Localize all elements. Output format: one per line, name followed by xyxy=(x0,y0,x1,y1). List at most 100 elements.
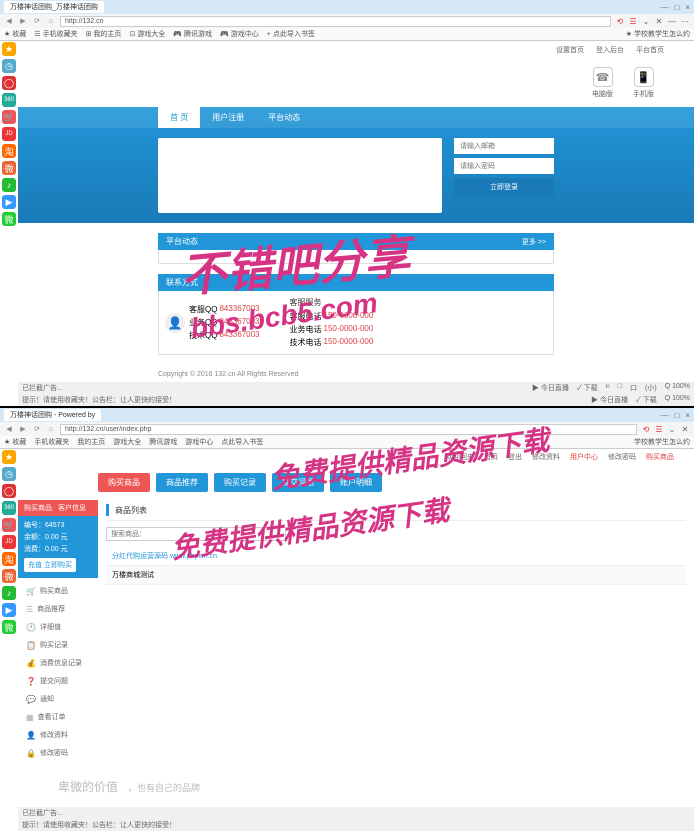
login-button[interactable]: 立即登录 xyxy=(454,178,554,196)
news-more-link[interactable]: 更多 >> xyxy=(522,237,546,247)
close-icon[interactable]: × xyxy=(685,411,690,420)
sidebar-item-notify[interactable]: 💬通知 xyxy=(18,690,98,708)
status-item[interactable]: ▶ 今日直播 xyxy=(532,383,569,393)
nav-home[interactable]: 首 页 xyxy=(158,107,200,128)
topbar-link[interactable]: 用户中心 xyxy=(570,452,598,462)
status-item[interactable]: (小) xyxy=(645,383,657,393)
bookmark-item[interactable]: ★收藏 xyxy=(4,29,26,39)
status-zoom[interactable]: Q 100% xyxy=(665,383,690,393)
close-icon[interactable]: × xyxy=(685,3,690,12)
tab-history[interactable]: 购买记录 xyxy=(214,473,266,492)
status-item[interactable]: ▶ 今日直播 xyxy=(591,395,628,405)
topbar-link[interactable]: 首页 xyxy=(484,452,498,462)
mobile-version[interactable]: 📱 手机版 xyxy=(633,67,654,99)
side-jd-icon[interactable]: JD xyxy=(2,535,16,549)
side-360-icon[interactable]: 360 xyxy=(2,93,16,107)
toolbar-icon[interactable]: ✕ xyxy=(680,424,690,434)
refresh-icon[interactable]: ⟳ xyxy=(32,424,42,434)
desktop-version[interactable]: ☎ 电脑版 xyxy=(592,67,613,99)
status-zoom[interactable]: Q 100% xyxy=(665,395,690,405)
browser-tab[interactable]: 万楼神话团购 - Powered by xyxy=(4,409,101,421)
sidebar-item-spend[interactable]: 💰消费信息记录 xyxy=(18,654,98,672)
bookmark-item[interactable]: ⊞我的主页 xyxy=(86,29,122,39)
toolbar-icon[interactable]: ⋯ xyxy=(680,16,690,26)
toolbar-icon[interactable]: ⌄ xyxy=(667,424,677,434)
side-jd-icon[interactable]: JD xyxy=(2,127,16,141)
top-nav-link[interactable]: 登入后台 xyxy=(596,45,624,55)
bookmark-item[interactable]: 🎮游戏中心 xyxy=(220,29,259,39)
tab-recommend[interactable]: 商品推荐 xyxy=(156,473,208,492)
sidebar-item-password[interactable]: 🔒修改密码 xyxy=(18,744,98,762)
back-icon[interactable]: ◀ xyxy=(4,424,14,434)
password-input[interactable] xyxy=(454,158,554,174)
email-input[interactable] xyxy=(454,138,554,154)
back-icon[interactable]: ◀ xyxy=(4,16,14,26)
side-opera-icon[interactable]: ◯ xyxy=(2,484,16,498)
minimize-icon[interactable]: — xyxy=(660,3,668,12)
nav-news[interactable]: 平台动态 xyxy=(256,107,312,128)
topbar-link[interactable]: 修改密码 xyxy=(608,452,636,462)
nav-register[interactable]: 用户注册 xyxy=(200,107,256,128)
bookmark-item[interactable]: ★收藏 xyxy=(4,437,26,447)
status-item[interactable]: 口 xyxy=(630,383,637,393)
refresh-icon[interactable]: ⟳ xyxy=(32,16,42,26)
status-item[interactable]: □ xyxy=(618,383,622,393)
toolbar-icon[interactable]: ⌄ xyxy=(641,16,651,26)
toolbar-icon[interactable]: ☰ xyxy=(654,424,664,434)
status-item[interactable]: ℮ xyxy=(606,383,610,393)
bookmark-news[interactable]: 学校教学生怎么约 xyxy=(634,437,690,447)
side-wechat-icon[interactable]: 微 xyxy=(2,620,16,634)
toolbar-icon[interactable]: ✕ xyxy=(654,16,664,26)
toolbar-icon[interactable]: ⟲ xyxy=(615,16,625,26)
table-row[interactable]: 万楼商城测试 xyxy=(106,566,686,585)
side-cart-icon[interactable]: 🛒 xyxy=(2,110,16,124)
recharge-button[interactable]: 充值 立即购买 xyxy=(24,558,76,572)
home-icon[interactable]: ⌂ xyxy=(46,424,56,434)
side-weibo-icon[interactable]: 微 xyxy=(2,569,16,583)
bookmark-item[interactable]: ☰手机收藏夹 xyxy=(34,29,77,39)
side-video-icon[interactable]: ▶ xyxy=(2,195,16,209)
bookmark-item[interactable]: 🎮腾讯游戏 xyxy=(173,29,212,39)
table-row[interactable]: 分红代购运营源码 www.phpkm.cn xyxy=(106,547,686,566)
side-star-icon[interactable]: ★ xyxy=(2,42,16,56)
sidebar-item-buy[interactable]: 🛒购买商品 xyxy=(18,582,98,600)
side-weibo-icon[interactable]: 微 xyxy=(2,161,16,175)
url-bar[interactable] xyxy=(60,16,611,27)
minimize-icon[interactable]: — xyxy=(660,411,668,420)
side-cart-icon[interactable]: 🛒 xyxy=(2,518,16,532)
bookmark-item[interactable]: 手机收藏夹 xyxy=(34,437,69,447)
side-wechat-icon[interactable]: 微 xyxy=(2,212,16,226)
tab-buy[interactable]: 购买商品 xyxy=(98,473,150,492)
status-item[interactable]: ✓ 下载 xyxy=(636,395,657,405)
forward-icon[interactable]: ▶ xyxy=(18,424,28,434)
sidebar-item-detail[interactable]: 🕐详细值 xyxy=(18,618,98,636)
bookmark-item[interactable]: 腾讯游戏 xyxy=(149,437,177,447)
sidebar-item-history[interactable]: 📋购买记录 xyxy=(18,636,98,654)
browser-tab[interactable]: 万楼神话团购_万楼神话团购 xyxy=(4,1,104,13)
bookmark-item[interactable]: ⊡游戏大全 xyxy=(129,29,165,39)
sidebar-item-profile[interactable]: 👤修改资料 xyxy=(18,726,98,744)
forward-icon[interactable]: ▶ xyxy=(18,16,28,26)
sidebar-item-recommend[interactable]: ☰商品推荐 xyxy=(18,600,98,618)
topbar-link[interactable]: 修改资料 xyxy=(532,452,560,462)
toolbar-icon[interactable]: ⟲ xyxy=(641,424,651,434)
sidebar-tab[interactable]: 购买商品 xyxy=(24,503,52,513)
bookmark-item[interactable]: +点此导入书签 xyxy=(267,29,315,39)
bookmark-item[interactable]: 游戏中心 xyxy=(185,437,213,447)
side-360-icon[interactable]: 360 xyxy=(2,501,16,515)
home-icon[interactable]: ⌂ xyxy=(46,16,56,26)
top-nav-link[interactable]: 平台首页 xyxy=(636,45,664,55)
side-opera-icon[interactable]: ◯ xyxy=(2,76,16,90)
topbar-link[interactable]: 登出 xyxy=(508,452,522,462)
sidebar-item-orders[interactable]: ▦查看订单 xyxy=(18,708,98,726)
tab-issue[interactable]: 提交问题 xyxy=(272,473,324,492)
side-music-icon[interactable]: ♪ xyxy=(2,178,16,192)
toolbar-icon[interactable]: — xyxy=(667,16,677,26)
bookmark-item[interactable]: 我的主页 xyxy=(77,437,105,447)
toolbar-icon[interactable]: ☰ xyxy=(628,16,638,26)
side-star-icon[interactable]: ★ xyxy=(2,450,16,464)
tab-account[interactable]: 账户明细 xyxy=(330,473,382,492)
side-video-icon[interactable]: ▶ xyxy=(2,603,16,617)
topbar-link[interactable]: 购买商品 xyxy=(646,452,674,462)
maximize-icon[interactable]: □ xyxy=(674,3,679,12)
